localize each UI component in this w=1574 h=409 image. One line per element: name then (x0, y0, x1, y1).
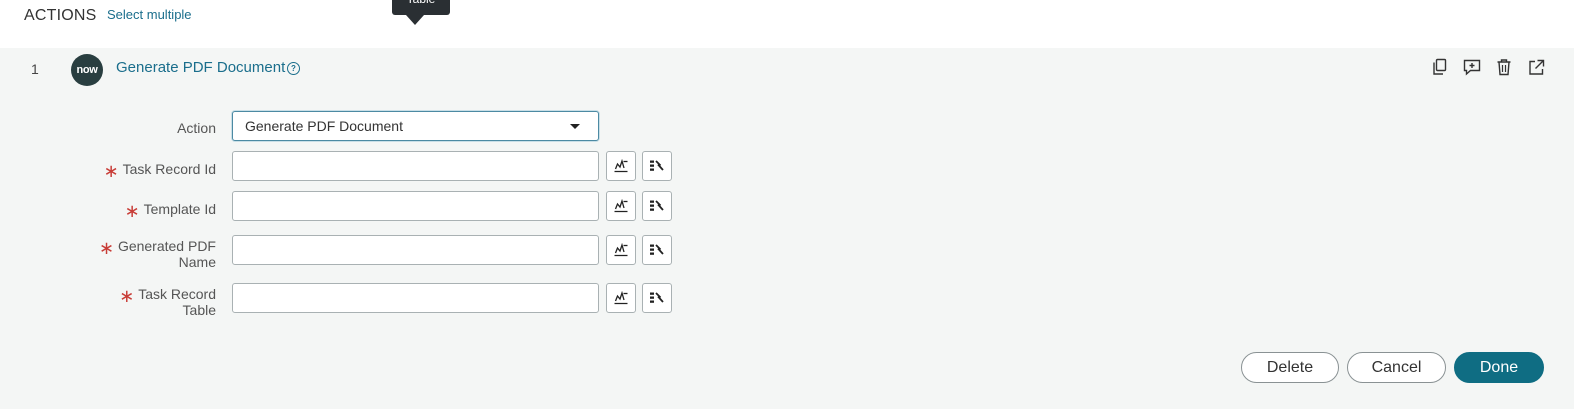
record-picker-button[interactable] (642, 191, 672, 221)
actions-header: ACTIONS Select multiple (0, 0, 1574, 48)
add-comment-icon[interactable] (1462, 57, 1482, 77)
wand-list-icon (650, 200, 664, 211)
task-record-table-input[interactable] (232, 283, 599, 313)
action-step-panel: 1 now Generate PDF Document ? Action Gen… (0, 48, 1574, 409)
task-record-id-label: ∗ Task Record Id (66, 160, 216, 180)
step-number: 1 (31, 61, 39, 77)
required-marker: ∗ (98, 238, 114, 258)
required-marker: ∗ (124, 201, 140, 221)
task-record-table-label-line1: Task Record (138, 286, 216, 302)
help-icon[interactable]: ? (287, 62, 300, 75)
template-id-input[interactable] (232, 191, 599, 221)
required-marker: ∗ (103, 161, 119, 181)
generated-pdf-name-input[interactable] (232, 235, 599, 265)
data-pill-icon (614, 199, 628, 213)
task-record-id-input[interactable] (232, 151, 599, 181)
select-multiple-link[interactable]: Select multiple (107, 7, 192, 22)
data-pill-picker-button[interactable] (606, 235, 636, 265)
step-toolbar (1430, 57, 1546, 77)
action-select[interactable]: Generate PDF Document (232, 111, 599, 141)
data-pill-icon (614, 159, 628, 173)
data-pill-icon (614, 243, 628, 257)
generated-pdf-name-label-line1: Generated PDF (117, 238, 216, 254)
data-pill-picker-button[interactable] (606, 283, 636, 313)
actions-title: ACTIONS (24, 7, 97, 24)
wand-list-icon (650, 292, 664, 303)
record-picker-button[interactable] (642, 235, 672, 265)
chevron-down-icon (570, 124, 580, 129)
template-id-label-text: Template Id (143, 201, 216, 217)
required-marker: ∗ (119, 286, 135, 306)
task-record-table-label: ∗ Task Record Table (66, 285, 216, 318)
trash-icon[interactable] (1494, 57, 1514, 77)
done-button[interactable]: Done (1454, 352, 1544, 383)
cancel-button[interactable]: Cancel (1347, 352, 1446, 383)
task-record-table-label-line2: Table (182, 302, 216, 318)
template-id-label: ∗ Template Id (66, 200, 216, 220)
open-external-icon[interactable] (1526, 57, 1546, 77)
data-pill-picker-button[interactable] (606, 151, 636, 181)
action-step-title[interactable]: Generate PDF Document (116, 59, 285, 76)
generated-pdf-name-label: ∗ Generated PDF Name (66, 237, 216, 270)
action-select-value: Generate PDF Document (245, 118, 403, 134)
task-record-id-label-text: Task Record Id (122, 161, 216, 177)
now-logo: now (71, 54, 103, 86)
wand-list-icon (650, 160, 664, 171)
wand-list-icon (650, 244, 664, 255)
data-pill-icon (614, 291, 628, 305)
action-label-text: Action (177, 120, 216, 136)
delete-button[interactable]: Delete (1241, 352, 1339, 383)
record-picker-button[interactable] (642, 283, 672, 313)
record-picker-button[interactable] (642, 151, 672, 181)
generated-pdf-name-label-line2: Name (178, 254, 216, 270)
data-pill-picker-button[interactable] (606, 191, 636, 221)
copy-icon[interactable] (1430, 57, 1450, 77)
action-label: Action (66, 120, 216, 136)
tooltip: Table (392, 0, 450, 25)
